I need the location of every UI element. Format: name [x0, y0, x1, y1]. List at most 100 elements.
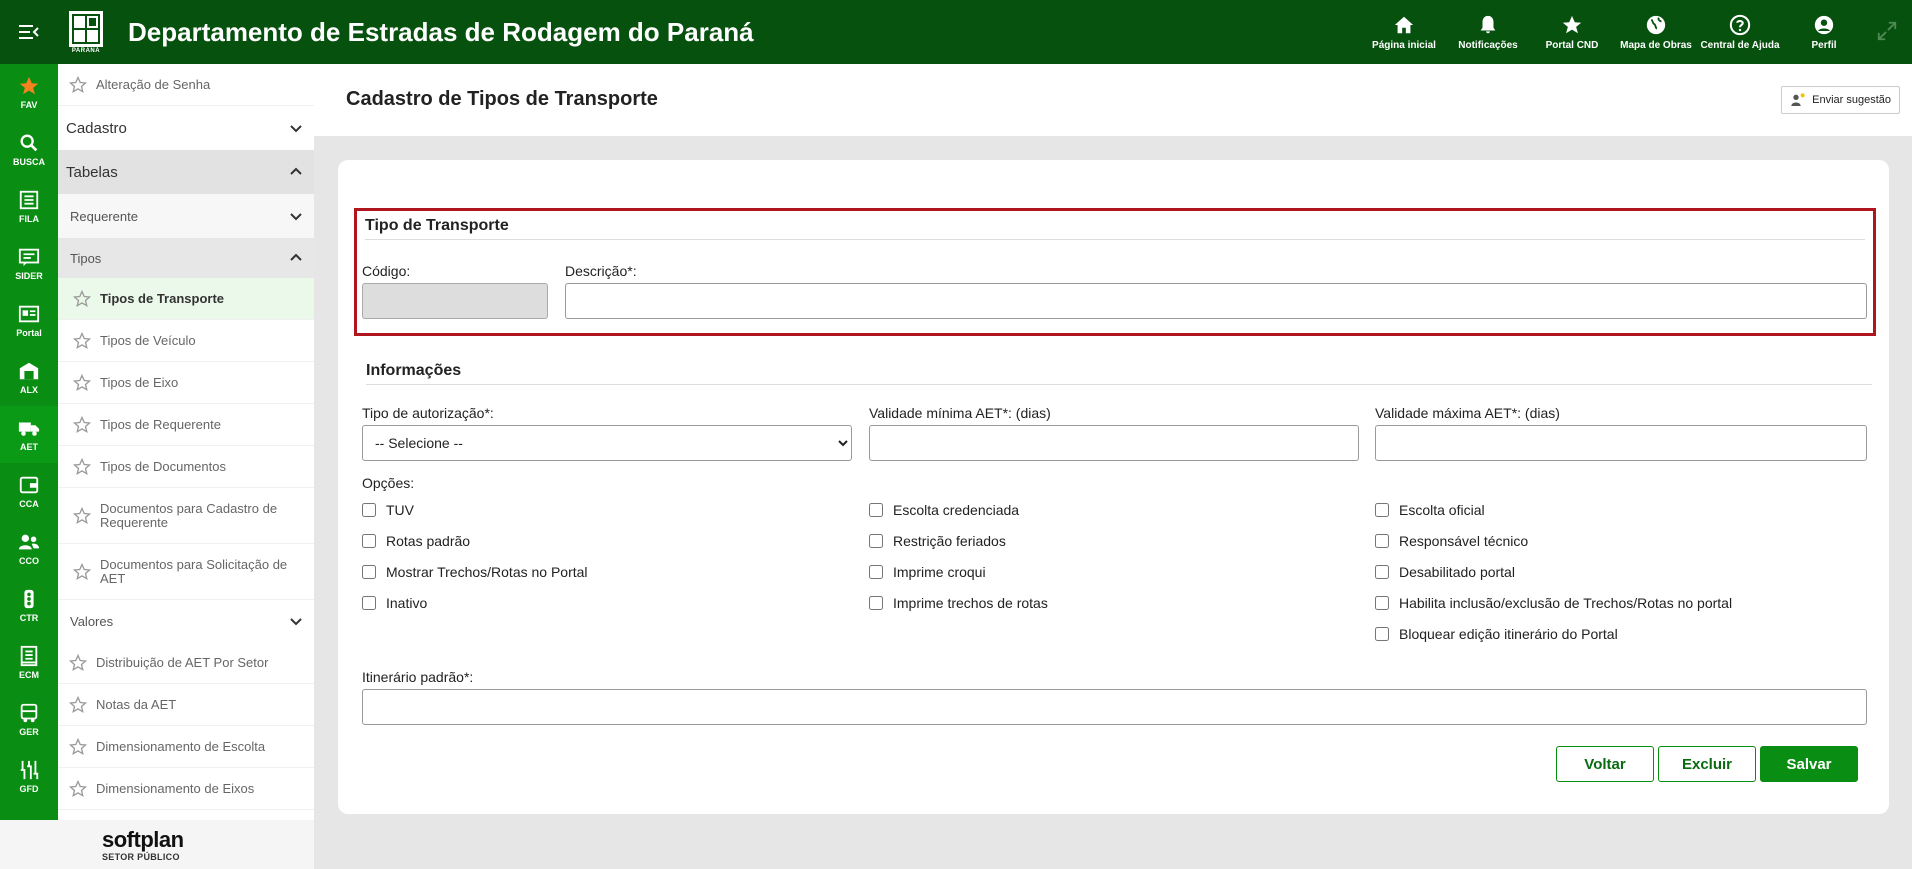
- checkbox-responsavel-tecnico[interactable]: Responsável técnico: [1375, 533, 1528, 549]
- star-outline-icon[interactable]: [68, 737, 88, 757]
- checkbox-input[interactable]: [1375, 565, 1389, 579]
- star-outline-icon[interactable]: [68, 75, 88, 95]
- sidebar-item-tipos-veiculo[interactable]: Tipos de Veículo: [58, 320, 314, 362]
- nav-portal-cnd[interactable]: Portal CND: [1530, 0, 1614, 64]
- star-outline-icon[interactable]: [72, 562, 92, 582]
- checkbox-habilita-inclusao[interactable]: Habilita inclusão/exclusão de Trechos/Ro…: [1375, 595, 1732, 611]
- validade-minima-input[interactable]: [869, 425, 1359, 461]
- document-icon: [20, 645, 38, 667]
- salvar-button[interactable]: Salvar: [1760, 746, 1858, 782]
- checkbox-desabilitado-portal[interactable]: Desabilitado portal: [1375, 564, 1515, 580]
- checkbox-label: Rotas padrão: [386, 533, 471, 549]
- send-suggestion-button[interactable]: Enviar sugestão: [1781, 86, 1900, 114]
- nav-mapa-obras[interactable]: Mapa de Obras: [1614, 0, 1698, 64]
- checkbox-inativo[interactable]: Inativo: [362, 595, 427, 611]
- sidebar-item-tipos-documentos[interactable]: Tipos de Documentos: [58, 446, 314, 488]
- checkbox-input[interactable]: [869, 534, 883, 548]
- sidebar-item-distribuicao[interactable]: Distribuição de AET Por Setor: [58, 642, 314, 684]
- sidebar-item-dim-escolta[interactable]: Dimensionamento de Escolta: [58, 726, 314, 768]
- checkbox-escolta-credenciada[interactable]: Escolta credenciada: [869, 502, 1019, 518]
- checkbox-input[interactable]: [869, 565, 883, 579]
- checkbox-rotas-padrao[interactable]: Rotas padrão: [362, 533, 470, 549]
- star-outline-icon[interactable]: [72, 331, 92, 351]
- tipo-autorizacao-select[interactable]: -- Selecione --: [362, 425, 852, 461]
- sidebar-item-tipos-eixo[interactable]: Tipos de Eixo: [58, 362, 314, 404]
- sidebar-group-requerente[interactable]: Requerente: [58, 194, 314, 238]
- checkbox-bloquear-edicao[interactable]: Bloquear edição itinerário do Portal: [1375, 626, 1618, 642]
- expand-icon[interactable]: [1876, 20, 1898, 42]
- rail-item-gfd[interactable]: GFD: [0, 748, 58, 805]
- checkbox-label: Escolta credenciada: [893, 502, 1020, 518]
- sidebar-item-notas[interactable]: Notas da AET: [58, 684, 314, 726]
- codigo-label: Código:: [362, 263, 411, 279]
- checkbox-input[interactable]: [362, 596, 376, 610]
- checkbox-input[interactable]: [1375, 627, 1389, 641]
- rail-item-cca[interactable]: CCA: [0, 463, 58, 520]
- sidebar-item-docs-solicitacao[interactable]: Documentos para Solicitação de AET: [58, 544, 314, 600]
- checkbox-mostrar-trechos[interactable]: Mostrar Trechos/Rotas no Portal: [362, 564, 588, 580]
- star-outline-icon[interactable]: [72, 289, 92, 309]
- checkbox-input[interactable]: [869, 503, 883, 517]
- nav-help[interactable]: Central de Ajuda: [1698, 0, 1782, 64]
- nav-notifications[interactable]: Notificações: [1446, 0, 1530, 64]
- checkbox-input[interactable]: [1375, 534, 1389, 548]
- sidebar-section-cadastro[interactable]: Cadastro: [58, 106, 314, 150]
- star-outline-icon[interactable]: [72, 373, 92, 393]
- rail-item-ecm[interactable]: ECM: [0, 634, 58, 691]
- checkbox-input[interactable]: [1375, 503, 1389, 517]
- checkbox-label: Bloquear edição itinerário do Portal: [1399, 626, 1618, 642]
- star-outline-icon[interactable]: [68, 695, 88, 715]
- rail-item-fav[interactable]: FAV: [0, 64, 58, 121]
- sidebar-item-tipos-transporte[interactable]: Tipos de Transporte: [58, 278, 314, 320]
- rail-item-sider[interactable]: SIDER: [0, 235, 58, 292]
- rail-label: Portal: [16, 328, 42, 338]
- descricao-input[interactable]: [565, 283, 1867, 319]
- rail-item-fila[interactable]: FILA: [0, 178, 58, 235]
- star-outline-icon[interactable]: [72, 415, 92, 435]
- checkbox-input[interactable]: [869, 596, 883, 610]
- checkbox-input[interactable]: [1375, 596, 1389, 610]
- rail-item-portal[interactable]: Portal: [0, 292, 58, 349]
- tipo-transporte-section: Tipo de Transporte Código: Descrição*:: [354, 208, 1876, 336]
- softplan-brand: softplan SETOR PÚBLICO: [58, 820, 314, 869]
- checkbox-input[interactable]: [362, 503, 376, 517]
- voltar-button[interactable]: Voltar: [1556, 746, 1654, 782]
- itinerario-input[interactable]: [362, 689, 1867, 725]
- wallet-icon: [19, 476, 39, 494]
- checkbox-tuv[interactable]: TUV: [362, 502, 414, 518]
- sidebar-item-dim-eixos[interactable]: Dimensionamento de Eixos: [58, 768, 314, 810]
- star-outline-icon[interactable]: [68, 653, 88, 673]
- validade-maxima-input[interactable]: [1375, 425, 1867, 461]
- checkbox-label: Habilita inclusão/exclusão de Trechos/Ro…: [1399, 595, 1733, 611]
- star-outline-icon[interactable]: [72, 506, 92, 526]
- menu-toggle-button[interactable]: [0, 0, 58, 64]
- logo-caption: PARANÁ: [71, 47, 101, 54]
- star-outline-icon[interactable]: [68, 779, 88, 799]
- checkbox-escolta-oficial[interactable]: Escolta oficial: [1375, 502, 1485, 518]
- rail-item-aet[interactable]: AET: [0, 406, 58, 463]
- star-outline-icon[interactable]: [72, 457, 92, 477]
- rail-item-alx[interactable]: ALX: [0, 349, 58, 406]
- checkbox-restricao-feriados[interactable]: Restrição feriados: [869, 533, 1006, 549]
- sidebar-section-tabelas[interactable]: Tabelas: [58, 150, 314, 194]
- checkbox-label: Imprime trechos de rotas: [893, 595, 1048, 611]
- rail-item-busca[interactable]: BUSCA: [0, 121, 58, 178]
- der-logo[interactable]: PARANÁ: [66, 8, 106, 56]
- rail-item-ctr[interactable]: CTR: [0, 577, 58, 634]
- rail-item-ger[interactable]: GER: [0, 691, 58, 748]
- sidebar-group-tipos[interactable]: Tipos: [58, 238, 314, 278]
- nav-home[interactable]: Página inicial: [1362, 0, 1446, 64]
- rail-item-cco[interactable]: CCO: [0, 520, 58, 577]
- rail-label: FAV: [20, 100, 38, 110]
- checkbox-imprime-croqui[interactable]: Imprime croqui: [869, 564, 986, 580]
- sidebar-item-tipos-requerente[interactable]: Tipos de Requerente: [58, 404, 314, 446]
- sidebar-item-senha[interactable]: Alteração de Senha: [58, 64, 314, 106]
- checkbox-imprime-trechos[interactable]: Imprime trechos de rotas: [869, 595, 1048, 611]
- checkbox-input[interactable]: [362, 534, 376, 548]
- sidebar-group-valores[interactable]: Valores: [58, 600, 314, 642]
- sidebar-item-docs-cadastro[interactable]: Documentos para Cadastro de Requerente: [58, 488, 314, 544]
- nav-profile[interactable]: Perfil: [1782, 0, 1866, 64]
- excluir-button[interactable]: Excluir: [1658, 746, 1756, 782]
- checkbox-input[interactable]: [362, 565, 376, 579]
- group-label: Valores: [70, 613, 114, 629]
